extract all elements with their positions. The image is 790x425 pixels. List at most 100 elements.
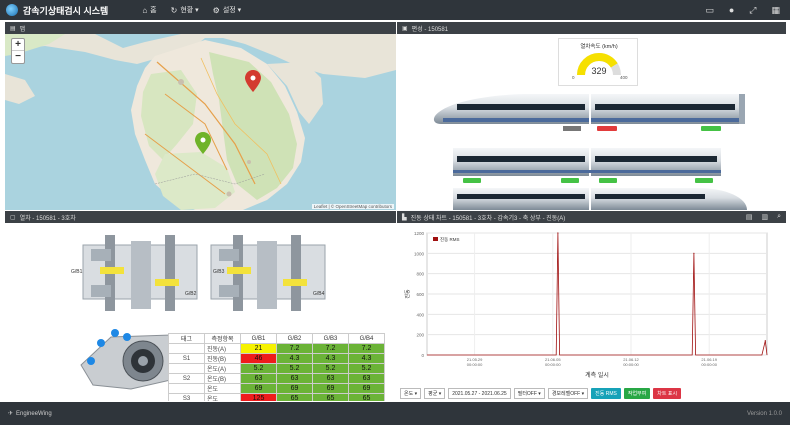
- expand-icon[interactable]: ⤢: [749, 5, 756, 16]
- show-chart-button[interactable]: 차트 표시: [653, 388, 682, 399]
- monitor-icon: ▢: [10, 214, 16, 221]
- user-icon[interactable]: ●: [729, 5, 734, 16]
- footer-brand: ✈ EngineeWing: [8, 410, 52, 418]
- sensor-value-cell[interactable]: 4.3: [276, 353, 313, 364]
- nav-status[interactable]: ↻ 현황 ▾: [171, 5, 199, 15]
- alarm-level-select[interactable]: 경보레벨OFF ▾: [547, 388, 589, 399]
- rms-button[interactable]: 진동 RMS: [591, 388, 621, 399]
- sensor-status-table: 태그 측정항목 G/B1 G/B2 G/B3 G/B4 진동(A) 21 7.2 7.…: [168, 333, 385, 401]
- train-car-row-1[interactable]: [433, 94, 745, 131]
- sensor-value-cell[interactable]: 7.2: [276, 343, 313, 354]
- vibration-chart[interactable]: 02004006008001000120021.05.2900:00:0021.…: [397, 223, 786, 383]
- sensor-label-gb3: G/B3: [213, 269, 225, 275]
- sensor-value-cell[interactable]: 4.3: [312, 353, 349, 364]
- train-car-row-2[interactable]: [453, 148, 721, 183]
- search-icon[interactable]: ⌕: [777, 213, 781, 221]
- y-tick-label: 800: [416, 272, 424, 277]
- app-logo: [6, 4, 18, 16]
- row-tag: [168, 343, 205, 354]
- sensor-value-cell[interactable]: 46: [240, 353, 277, 364]
- axis-select[interactable]: 온도 ▾: [400, 388, 422, 399]
- data-point: [557, 232, 559, 234]
- assign-button[interactable]: 작업부여: [623, 388, 651, 399]
- chart-controls: 온도 ▾ 평균 ▾ 2021.05.27 - 2021.06.25 필터OFF …: [397, 386, 786, 401]
- footer-version: Version 1.0.0: [746, 410, 782, 417]
- row-tag: S2: [168, 373, 205, 384]
- sensor-value-cell[interactable]: 69: [348, 383, 385, 394]
- map-panel-title: 맵: [19, 26, 26, 33]
- sensor-row: S2 온도(B) 63 63 63 63: [168, 373, 385, 384]
- history-icon: ↻: [170, 5, 178, 15]
- row-tag: [168, 363, 205, 374]
- chart-panel: ▙ 진동 상태 차트 - 150581 - 3호차 - 감속기3 - 축 상부 …: [397, 211, 786, 401]
- row-tag: [168, 383, 205, 394]
- sensor-value-cell[interactable]: 5.2: [312, 363, 349, 374]
- sensor-row: 온도 69 69 69 69: [168, 383, 385, 394]
- nav-settings[interactable]: ⚙ 설정 ▾: [213, 5, 242, 15]
- sensor-value-cell[interactable]: 5.2: [276, 363, 313, 374]
- top-navbar: 감속기상태검시 시스템 ⌂ 홈 ↻ 현황 ▾ ⚙ 설정 ▾ ▭ ● ⤢ ▦: [0, 0, 790, 20]
- legend-label: 진동 RMS: [440, 236, 460, 242]
- sensor-label-gb2: G/B2: [185, 291, 197, 297]
- y-axis-label: 진동: [404, 289, 411, 299]
- col-tag: 태그: [168, 333, 205, 344]
- zoom-out-button[interactable]: −: [12, 51, 24, 63]
- sensor-value-cell[interactable]: 65: [312, 393, 349, 401]
- sensor-value-cell[interactable]: 125: [240, 393, 277, 401]
- train-car-row-3[interactable]: [453, 188, 747, 210]
- row-item: 진동(A): [204, 343, 241, 354]
- sensor-value-cell[interactable]: 69: [240, 383, 277, 394]
- zoom-in-button[interactable]: +: [12, 39, 24, 51]
- sensor-value-cell[interactable]: 69: [312, 383, 349, 394]
- brand-wing-icon: ✈: [8, 411, 14, 417]
- bogie-left[interactable]: [82, 235, 198, 311]
- sensor-value-cell[interactable]: 65: [348, 393, 385, 401]
- col-gb1: G/B1: [240, 333, 277, 344]
- y-tick-label: 0: [421, 353, 424, 358]
- sensor-value-cell[interactable]: 4.3: [348, 353, 385, 364]
- sensor-row: 온도(A) 5.2 5.2 5.2 5.2: [168, 363, 385, 374]
- y-tick-label: 1000: [414, 251, 425, 256]
- nav-home[interactable]: ⌂ 홈: [142, 5, 156, 15]
- sensor-value-cell[interactable]: 63: [240, 373, 277, 384]
- map-attribution[interactable]: Leaflet | © OpenStreetMap contributors: [311, 204, 394, 209]
- col-item: 측정항목: [204, 333, 241, 344]
- sensor-value-cell[interactable]: 7.2: [312, 343, 349, 354]
- data-point: [693, 252, 695, 254]
- sensor-value-cell[interactable]: 65: [276, 393, 313, 401]
- filter-select[interactable]: 필터OFF ▾: [513, 388, 545, 399]
- x-axis-label: 계측 일시: [585, 371, 609, 379]
- sensor-row: S3 온도 125 65 65 65: [168, 393, 385, 401]
- print-icon[interactable]: ▥: [761, 213, 768, 221]
- y-tick-label: 600: [416, 292, 424, 297]
- sensor-value-cell[interactable]: 63: [348, 373, 385, 384]
- col-gb2: G/B2: [276, 333, 313, 344]
- sensor-value-cell[interactable]: 21: [240, 343, 277, 354]
- date-range-input[interactable]: 2021.05.27 - 2021.06.25: [448, 388, 511, 399]
- window-icon[interactable]: ▭: [705, 5, 714, 16]
- data-point: [764, 340, 766, 342]
- sensor-label-gb1: G/B1: [71, 269, 83, 275]
- settings-icon: ⚙: [212, 5, 220, 15]
- chart-icon: ▙: [402, 214, 407, 221]
- sensor-value-cell[interactable]: 63: [276, 373, 313, 384]
- x-tick-label: 00:00:00: [545, 362, 561, 367]
- x-tick-label: 00:00:00: [467, 362, 483, 367]
- sensor-label-gb4: G/B4: [313, 291, 325, 297]
- train-panel: ▣ 편성 - 150581 열차속도 (km/h) 329 0 400: [397, 22, 786, 210]
- sensor-value-cell[interactable]: 7.2: [348, 343, 385, 354]
- home-icon: ⌂: [142, 5, 148, 15]
- map-canvas: [5, 34, 396, 210]
- document-icon[interactable]: ▤: [746, 213, 753, 221]
- map-view[interactable]: + − Leaflet | © OpenStreetMap contributo…: [5, 34, 396, 210]
- grid-icon[interactable]: ▦: [771, 5, 780, 16]
- row-tag: S3: [168, 393, 205, 401]
- y-tick-label: 400: [416, 312, 424, 317]
- sensor-value-cell[interactable]: 5.2: [240, 363, 277, 374]
- sensor-value-cell[interactable]: 69: [276, 383, 313, 394]
- row-item: 온도(A): [204, 363, 241, 374]
- sensor-value-cell[interactable]: 5.2: [348, 363, 385, 374]
- aggregation-select[interactable]: 평균 ▾: [424, 388, 446, 399]
- bogie-right[interactable]: [210, 235, 326, 311]
- sensor-value-cell[interactable]: 63: [312, 373, 349, 384]
